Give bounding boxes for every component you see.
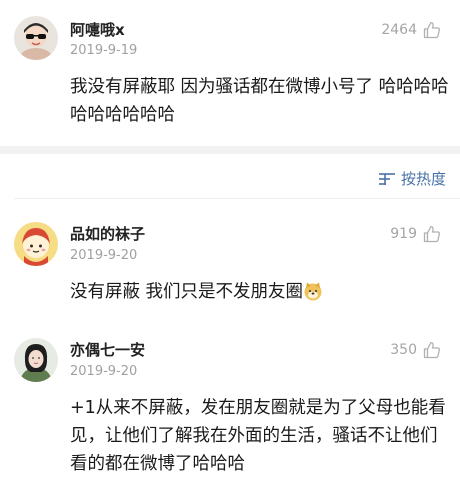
avatar-image <box>14 222 58 266</box>
doge-emoji-icon <box>304 282 322 301</box>
comment-item: 亦偶七一安 2019-9-20 350 +1从来不屏蔽，发在朋友圈就是为了父母也… <box>0 330 460 480</box>
comment-text-body: 没有屏蔽 我们只是不发朋友圈 <box>70 282 304 302</box>
comment-time: 2019-9-20 <box>70 364 138 379</box>
username[interactable]: 阿嚏哦x <box>70 20 125 40</box>
comment-text: +1从来不屏蔽，发在朋友圈就是为了父母也能看见，让他们了解我在外面的生活，骚话不… <box>70 398 446 474</box>
section-divider <box>0 146 460 154</box>
comment-item: 品如的袜子 2019-9-20 919 没有屏蔽 我们只是不发朋友圈 <box>0 208 460 318</box>
sort-divider <box>14 198 460 199</box>
comment-time: 2019-9-20 <box>70 248 138 263</box>
comment-time: 2019-9-19 <box>70 43 138 58</box>
sort-label: 按热度 <box>400 170 446 188</box>
like-button[interactable]: 919 <box>390 224 442 244</box>
avatar[interactable] <box>14 16 58 60</box>
like-button[interactable]: 2464 <box>381 20 442 40</box>
sort-icon <box>378 173 395 185</box>
like-count: 2464 <box>381 22 417 38</box>
sort-by-hot-button[interactable]: 按热度 <box>377 168 446 190</box>
comment-item: 阿嚏哦x 2019-9-19 2464 我没有屏蔽耶 因为骚话都在微博小号了 哈… <box>0 0 460 146</box>
username[interactable]: 品如的袜子 <box>70 224 145 244</box>
thumbs-up-icon <box>423 225 440 243</box>
avatar[interactable] <box>14 222 58 266</box>
avatar-image <box>14 338 58 382</box>
thumbs-up-icon <box>423 21 440 39</box>
comment-text: 我没有屏蔽耶 因为骚话都在微博小号了 哈哈哈哈哈哈哈哈哈哈 <box>70 77 449 125</box>
avatar-image <box>14 16 58 60</box>
avatar[interactable] <box>14 338 58 382</box>
comment-text: 没有屏蔽 我们只是不发朋友圈 <box>70 278 450 306</box>
like-count: 350 <box>390 342 417 358</box>
like-count: 919 <box>390 226 417 242</box>
like-button[interactable]: 350 <box>390 340 442 360</box>
thumbs-up-icon <box>423 341 440 359</box>
username[interactable]: 亦偶七一安 <box>70 340 145 360</box>
